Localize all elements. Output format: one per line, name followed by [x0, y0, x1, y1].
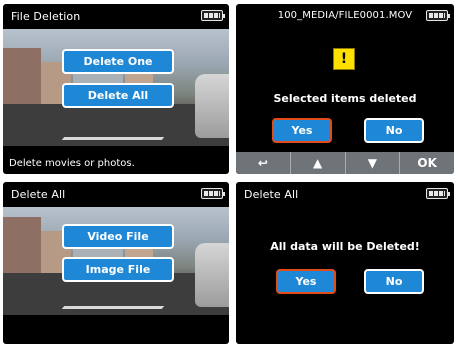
up-arrow-icon[interactable]: ▲ — [289, 152, 345, 174]
video-file-button[interactable]: Video File — [62, 224, 174, 249]
deletion-confirm-screen: 100_MEDIA/FILE0001.MOV ! Selected items … — [236, 4, 454, 174]
delete-one-button[interactable]: Delete One — [62, 49, 174, 74]
screen-title: Delete All — [244, 188, 299, 201]
delete-all-type-screen: Delete All Video File Image File — [3, 182, 229, 344]
nav-bar: ↩ ▲ ▼ OK — [236, 152, 454, 174]
warning-icon: ! — [333, 48, 355, 70]
delete-all-confirm-screen: Delete All All data will be Deleted! Yes… — [236, 182, 454, 344]
yes-button[interactable]: Yes — [272, 118, 332, 143]
down-arrow-icon[interactable]: ▼ — [344, 152, 400, 174]
help-text: Delete movies or photos. — [9, 158, 135, 169]
image-file-button[interactable]: Image File — [62, 257, 174, 282]
no-button[interactable]: No — [364, 269, 424, 294]
back-icon[interactable]: ↩ — [236, 152, 290, 174]
battery-icon — [426, 188, 450, 199]
screen-title: File Deletion — [11, 10, 81, 23]
ok-button[interactable]: OK — [399, 152, 454, 174]
no-button[interactable]: No — [364, 118, 424, 143]
battery-icon — [426, 10, 450, 21]
file-path-title: 100_MEDIA/FILE0001.MOV — [277, 10, 413, 21]
status-message: Selected items deleted — [273, 92, 417, 105]
yes-button[interactable]: Yes — [276, 269, 336, 294]
battery-icon — [201, 188, 225, 199]
screen-title: Delete All — [11, 188, 66, 201]
delete-all-button[interactable]: Delete All — [62, 83, 174, 108]
battery-icon — [201, 10, 225, 21]
warning-message: All data will be Deleted! — [270, 240, 420, 253]
file-deletion-screen: File Deletion Delete One Delete All Dele… — [3, 4, 229, 174]
